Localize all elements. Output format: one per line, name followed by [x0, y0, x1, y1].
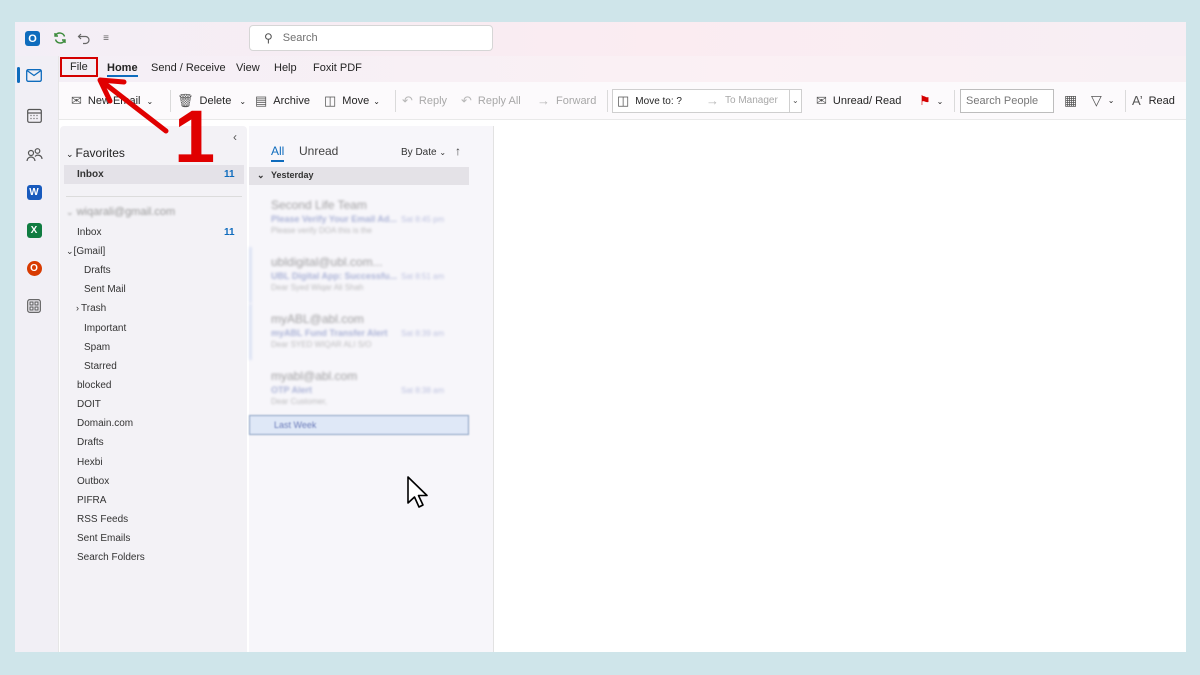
annotation-step-number: 1 [174, 95, 216, 178]
mouse-cursor-icon [407, 476, 428, 508]
